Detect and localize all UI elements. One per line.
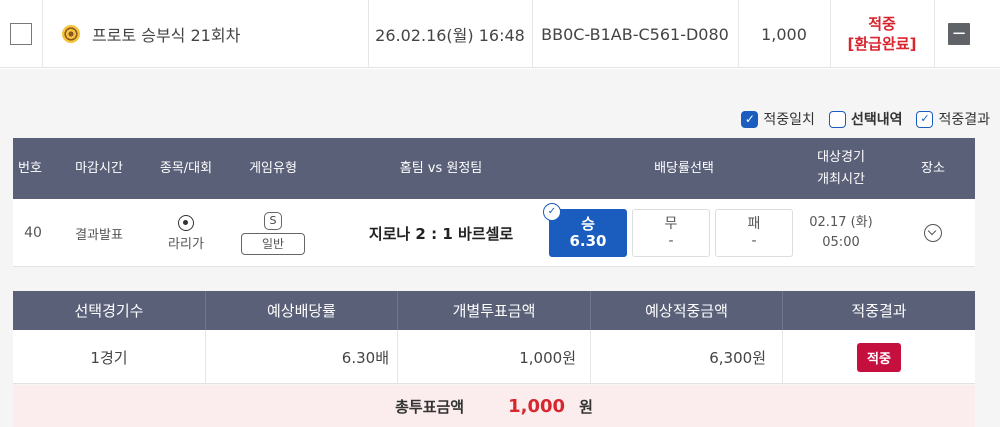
special-badge-icon: S — [264, 211, 282, 230]
total-label: 총투표금액 — [395, 397, 465, 416]
checkbox-outline-icon[interactable]: ✓ — [916, 110, 934, 128]
filter-options: ✓ 적중일치 선택내역 ✓ 적중결과 — [741, 109, 990, 129]
summary-header-result: 적중결과 — [851, 302, 907, 320]
summary-header-odds: 예상배당률 — [206, 291, 398, 330]
game-match: 지로나 2 : 1 바르셀로 — [319, 199, 563, 267]
ticket-name: 프로토 승부식 21회차 — [92, 26, 241, 45]
odds-lose-button[interactable]: 패 - — [715, 209, 793, 257]
checkbox-checked-icon[interactable]: ✓ — [741, 110, 759, 128]
odds-win-button[interactable]: ✓ 승 6.30 — [543, 203, 627, 257]
total-value: 1,000 — [508, 395, 566, 417]
header-venue: 장소 — [921, 160, 945, 176]
header-no: 번호 — [18, 160, 42, 176]
checkbox-empty-icon[interactable] — [828, 110, 846, 128]
ticket-select[interactable] — [0, 0, 42, 68]
odds-draw-button[interactable]: 무 - — [632, 209, 710, 257]
game-deadline: 결과발표 — [75, 227, 123, 243]
header-match-time: 대상경기 개최시간 — [817, 149, 865, 187]
ticket-datetime: 26.02.16(월) 16:48 — [375, 26, 525, 45]
game-datetime: 02.17 (화) 05:00 — [793, 199, 889, 267]
ticket-row[interactable]: 프로토 승부식 21회차 26.02.16(월) 16:48 BB0C-B1AB… — [0, 0, 1000, 68]
check-circle-icon: ✓ — [543, 203, 561, 221]
header-teams: 홈팀 vs 원정팀 — [399, 160, 483, 176]
summary-games: 1경기 — [13, 330, 206, 384]
header-deadline: 마감시간 — [75, 160, 123, 176]
location-pin-icon[interactable] — [924, 224, 942, 242]
header-game-type: 게임유형 — [249, 160, 297, 176]
summary-bet-amount: 1,000원 — [398, 330, 591, 384]
game-type: S 일반 — [227, 199, 319, 267]
total-unit: 원 — [579, 397, 593, 416]
summary-expected-win: 6,300원 — [591, 330, 783, 384]
filter-hit-match[interactable]: ✓ 적중일치 — [741, 109, 815, 129]
game-league: 라리가 — [168, 236, 204, 252]
game-venue — [891, 199, 975, 267]
ticket-status: 적중 [환급완료] — [830, 0, 934, 68]
ticket-name-cell: 프로토 승부식 21회차 — [42, 0, 368, 68]
status-refund: [환급완료] — [847, 35, 917, 53]
filter-selection[interactable]: 선택내역 — [828, 109, 902, 129]
game-time: 05:00 — [822, 235, 860, 250]
header-sport: 종목/대회 — [159, 160, 213, 176]
table-row: 40 결과발표 라리가 S 일반 지로나 2 : 1 바르셀로 ✓ 승 6.30… — [13, 199, 975, 267]
game-date: 02.17 (화) — [809, 215, 873, 230]
summary-result-cell: 적중 — [783, 330, 975, 384]
game-no: 40 — [24, 225, 42, 241]
target-icon — [62, 25, 80, 43]
hit-badge: 적중 — [857, 342, 901, 372]
filter-hit-result[interactable]: ✓ 적중결과 — [916, 109, 990, 129]
match-score: 지로나 2 : 1 바르셀로 — [368, 224, 514, 243]
ticket-code: BB0C-B1AB-C561-D080 — [541, 24, 729, 44]
ticket-checkbox[interactable] — [10, 23, 32, 45]
collapse-button[interactable]: − — [948, 23, 970, 45]
game-type-label: 일반 — [241, 232, 305, 255]
status-hit: 적중 — [868, 15, 896, 33]
summary-table-header: 선택경기수 예상배당률 개별투표금액 예상적중금액 적중결과 — [13, 291, 975, 330]
summary-header-expected-win: 예상적중금액 — [591, 291, 783, 330]
game-sport: 라리가 — [145, 199, 227, 267]
header-odds: 배당률선택 — [654, 160, 714, 176]
collapse-cell: − — [934, 0, 984, 68]
summary-odds: 6.30배 — [206, 330, 398, 384]
summary-header-bet: 개별투표금액 — [398, 291, 591, 330]
soccer-ball-icon — [178, 214, 194, 231]
total-bar: 총투표금액 1,000 원 — [13, 385, 975, 427]
ticket-amount: 1,000 — [761, 24, 807, 44]
ticket-detail-panel: ✓ 적중일치 선택내역 ✓ 적중결과 번호 마감시간 종목/대회 게임유형 홈팀… — [0, 69, 1000, 427]
summary-header-games: 선택경기수 — [13, 291, 206, 330]
game-table-header: 번호 마감시간 종목/대회 게임유형 홈팀 vs 원정팀 배당률선택 대상경기 … — [13, 138, 975, 199]
summary-row: 1경기 6.30배 1,000원 6,300원 적중 — [13, 330, 975, 384]
